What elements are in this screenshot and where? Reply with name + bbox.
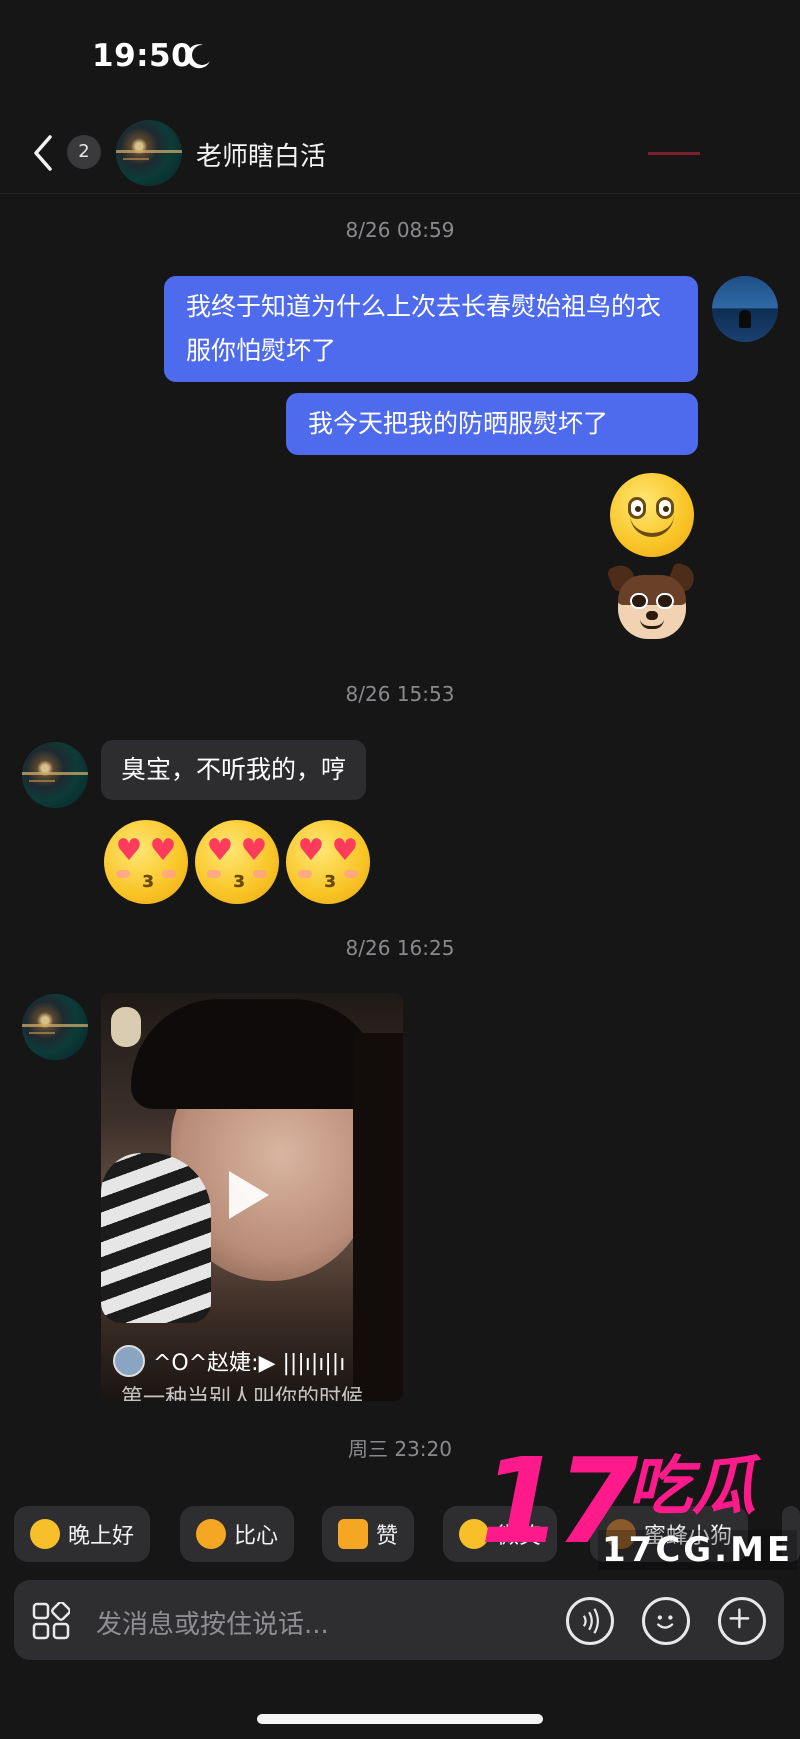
their-message-bubble[interactable]: 臭宝，不听我的，哼 — [101, 740, 367, 800]
video-caption: ^O^赵婕:▶ |||ı|ı||ı — [153, 1351, 346, 1376]
message-input[interactable]: 发消息或按住说话... — [96, 1604, 329, 1641]
message-input-bar: 发消息或按住说话... — [14, 1580, 784, 1660]
quick-reply-label: 晚上好 — [68, 1524, 135, 1549]
quick-reply-like[interactable]: 赞 — [322, 1506, 415, 1562]
timestamp: 8/26 15:53 — [345, 682, 455, 706]
status-time: 19:50 — [92, 38, 194, 74]
heart-eyes-kiss-emoji-icon[interactable]: ♥ ♥ ɜ — [195, 820, 279, 904]
quick-reply-label: 赞 — [376, 1524, 399, 1549]
apps-grid-icon[interactable] — [32, 1602, 70, 1640]
contact-avatar[interactable] — [22, 742, 88, 808]
back-chevron-icon[interactable] — [28, 133, 58, 173]
video-message[interactable]: ^O^赵婕:▶ |||ı|ı||ı 第一种当别人叫你的时候 — [101, 993, 403, 1401]
video-author-avatar — [113, 1345, 145, 1377]
watermark-url: 17CG.ME — [598, 1530, 798, 1570]
smiley-emoji-icon[interactable] — [610, 473, 694, 557]
unread-badge[interactable]: 2 — [67, 135, 101, 169]
plus-icon[interactable] — [718, 1597, 766, 1645]
puppy-emoji-icon[interactable] — [606, 561, 698, 643]
play-icon[interactable] — [229, 1171, 269, 1219]
quick-reply-finger-heart[interactable]: 比心 — [180, 1506, 295, 1562]
header-red-mark — [648, 152, 700, 158]
video-subtitle: 第一种当别人叫你的时候 — [121, 1386, 364, 1401]
finger-heart-icon — [196, 1519, 226, 1549]
contact-name[interactable]: 老师瞎白活 — [196, 136, 326, 173]
heart-eyes-kiss-emoji-icon[interactable]: ♥ ♥ ɜ — [286, 820, 370, 904]
my-message-bubble[interactable]: 我今天把我的防晒服熨坏了 — [286, 393, 698, 455]
star-face-icon — [30, 1519, 60, 1549]
header-divider — [0, 193, 800, 194]
my-avatar[interactable] — [712, 276, 778, 342]
emoji-icon[interactable] — [642, 1597, 690, 1645]
voice-icon[interactable] — [566, 1597, 614, 1645]
timestamp: 8/26 08:59 — [345, 218, 455, 242]
timestamp: 8/26 16:25 — [345, 936, 455, 960]
quick-reply-label: 比心 — [234, 1524, 279, 1549]
heart-eyes-kiss-emoji-icon[interactable]: ♥ ♥ ɜ — [104, 820, 188, 904]
my-message-bubble[interactable]: 我终于知道为什么上次去长春熨始祖鸟的衣服你怕熨坏了 — [164, 276, 698, 382]
contact-avatar[interactable] — [22, 994, 88, 1060]
thumbs-up-icon — [338, 1519, 368, 1549]
home-indicator — [257, 1714, 543, 1724]
moon-icon — [186, 44, 210, 69]
watermark-text: 吃瓜 — [628, 1450, 756, 1524]
quick-reply-good-evening[interactable]: 晚上好 — [14, 1506, 151, 1562]
contact-avatar[interactable] — [116, 120, 182, 186]
